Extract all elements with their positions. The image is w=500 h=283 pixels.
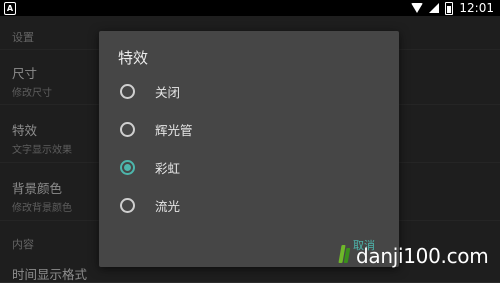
watermark: danji100.com xyxy=(338,240,500,272)
option-rainbow[interactable]: 彩虹 xyxy=(99,149,399,185)
option-nixie-tube[interactable]: 辉光管 xyxy=(99,111,399,147)
app-notification-icon: A xyxy=(4,2,16,15)
dialog-title: 特效 xyxy=(118,49,149,67)
option-label: 关闭 xyxy=(155,85,181,100)
status-icons: 12:01 xyxy=(411,1,494,15)
watermark-logo-icon xyxy=(338,245,352,267)
signal-icon xyxy=(429,3,440,13)
radio-selected-icon[interactable] xyxy=(120,160,135,175)
battery-icon xyxy=(445,1,454,15)
option-label: 辉光管 xyxy=(155,123,193,138)
wifi-icon xyxy=(411,3,424,13)
watermark-text: danji100.com xyxy=(356,244,489,268)
radio-icon[interactable] xyxy=(120,198,135,213)
option-streamer[interactable]: 流光 xyxy=(99,187,399,223)
radio-icon[interactable] xyxy=(120,84,135,99)
option-label: 彩虹 xyxy=(155,161,181,176)
status-time: 12:01 xyxy=(459,1,494,15)
radio-icon[interactable] xyxy=(120,122,135,137)
option-off[interactable]: 关闭 xyxy=(99,73,399,109)
status-bar: A 12:01 xyxy=(0,0,500,16)
option-label: 流光 xyxy=(155,199,181,214)
effect-dialog: 特效 关闭 辉光管 彩虹 流光 取消 xyxy=(99,31,399,267)
